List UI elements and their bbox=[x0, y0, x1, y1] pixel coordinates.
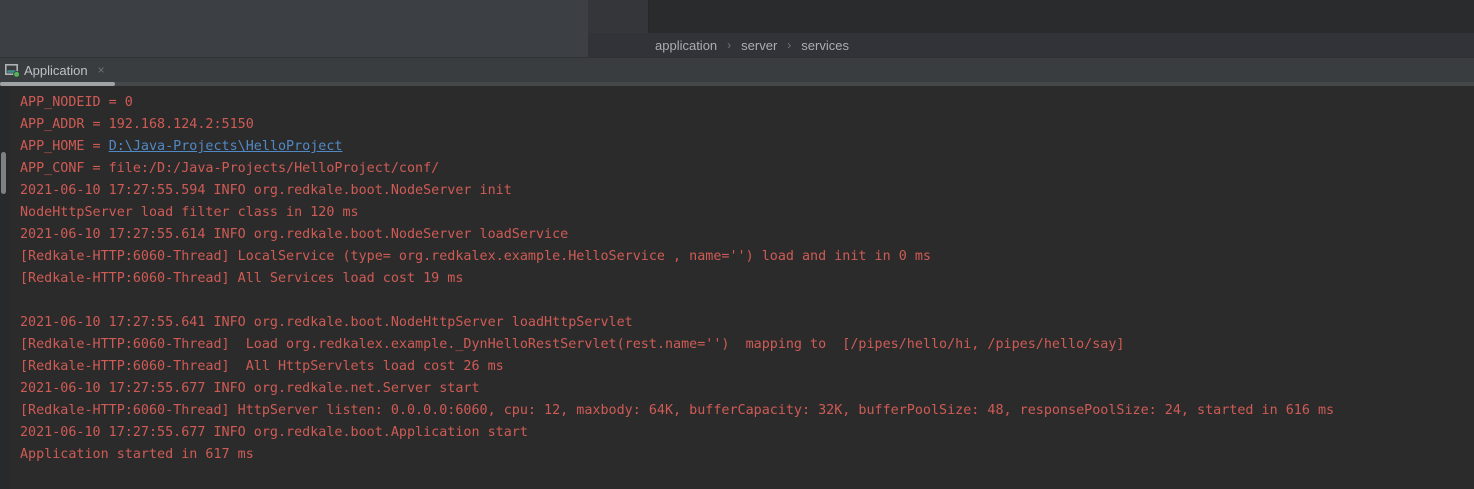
log-text: APP_ADDR = 192.168.124.2:5150 bbox=[20, 117, 254, 132]
log-text: 2021-06-10 17:27:55.614 INFO org.redkale… bbox=[20, 227, 568, 242]
run-tab-strip: Application × bbox=[0, 57, 1474, 82]
log-text: 2021-06-10 17:27:55.677 INFO org.redkale… bbox=[20, 381, 480, 396]
console-line bbox=[20, 290, 1474, 312]
console-line: [Redkale-HTTP:6060-Thread] Load org.redk… bbox=[20, 334, 1474, 356]
chevron-right-icon: › bbox=[787, 38, 791, 52]
breadcrumb-item-application[interactable]: application bbox=[655, 38, 717, 53]
console-line: APP_CONF = file:/D:/Java-Projects/HelloP… bbox=[20, 158, 1474, 180]
console-line: 2021-06-10 17:27:55.614 INFO org.redkale… bbox=[20, 224, 1474, 246]
console-line: NodeHttpServer load filter class in 120 … bbox=[20, 202, 1474, 224]
log-text: NodeHttpServer load filter class in 120 … bbox=[20, 205, 359, 220]
editor-left-pane bbox=[0, 0, 588, 57]
log-text: [Redkale-HTTP:6060-Thread] LocalService … bbox=[20, 249, 931, 264]
log-text: APP_CONF = file:/D:/Java-Projects/HelloP… bbox=[20, 161, 439, 176]
file-path-link[interactable]: D:\Java-Projects\HelloProject bbox=[109, 139, 343, 154]
tab-label: Application bbox=[24, 63, 88, 78]
console-line: Application started in 617 ms bbox=[20, 444, 1474, 466]
editor-gutter-pane bbox=[588, 0, 649, 33]
console-line: APP_HOME = D:\Java-Projects\HelloProject bbox=[20, 136, 1474, 158]
console-line: 2021-06-10 17:27:55.677 INFO org.redkale… bbox=[20, 378, 1474, 400]
log-text: [Redkale-HTTP:6060-Thread] All Services … bbox=[20, 271, 463, 286]
console-line: [Redkale-HTTP:6060-Thread] All HttpServl… bbox=[20, 356, 1474, 378]
log-text: [Redkale-HTTP:6060-Thread] All HttpServl… bbox=[20, 359, 504, 374]
console-output[interactable]: APP_NODEID = 0 APP_ADDR = 192.168.124.2:5… bbox=[0, 86, 1474, 489]
log-text: 2021-06-10 17:27:55.594 INFO org.redkale… bbox=[20, 183, 512, 198]
log-text: 2021-06-10 17:27:55.677 INFO org.redkale… bbox=[20, 425, 528, 440]
run-console-icon bbox=[4, 62, 20, 78]
log-text: APP_NODEID = 0 bbox=[20, 95, 133, 110]
log-text: Application started in 617 ms bbox=[20, 447, 254, 462]
console-line: APP_NODEID = 0 bbox=[20, 92, 1474, 114]
breadcrumb: application › server › services bbox=[588, 33, 1474, 57]
log-text: [Redkale-HTTP:6060-Thread] HttpServer li… bbox=[20, 403, 1334, 418]
breadcrumb-item-services[interactable]: services bbox=[801, 38, 849, 53]
console-line: 2021-06-10 17:27:55.641 INFO org.redkale… bbox=[20, 312, 1474, 334]
console-line: APP_ADDR = 192.168.124.2:5150 bbox=[20, 114, 1474, 136]
console-line: [Redkale-HTTP:6060-Thread] HttpServer li… bbox=[20, 400, 1474, 422]
chevron-right-icon: › bbox=[727, 38, 731, 52]
console-gutter bbox=[0, 86, 9, 489]
breadcrumb-item-server[interactable]: server bbox=[741, 38, 777, 53]
close-icon[interactable]: × bbox=[98, 63, 105, 77]
console-line: 2021-06-10 17:27:55.677 INFO org.redkale… bbox=[20, 422, 1474, 444]
log-text: [Redkale-HTTP:6060-Thread] Load org.redk… bbox=[20, 337, 1124, 352]
log-text: 2021-06-10 17:27:55.641 INFO org.redkale… bbox=[20, 315, 633, 330]
console-scrollbar-thumb[interactable] bbox=[1, 152, 6, 194]
editor-right-pane bbox=[650, 0, 1474, 33]
console-line: 2021-06-10 17:27:55.594 INFO org.redkale… bbox=[20, 180, 1474, 202]
tab-application[interactable]: Application × bbox=[0, 58, 113, 82]
console-line: [Redkale-HTTP:6060-Thread] All Services … bbox=[20, 268, 1474, 290]
log-text: APP_HOME = bbox=[20, 139, 109, 154]
console-line: [Redkale-HTTP:6060-Thread] LocalService … bbox=[20, 246, 1474, 268]
